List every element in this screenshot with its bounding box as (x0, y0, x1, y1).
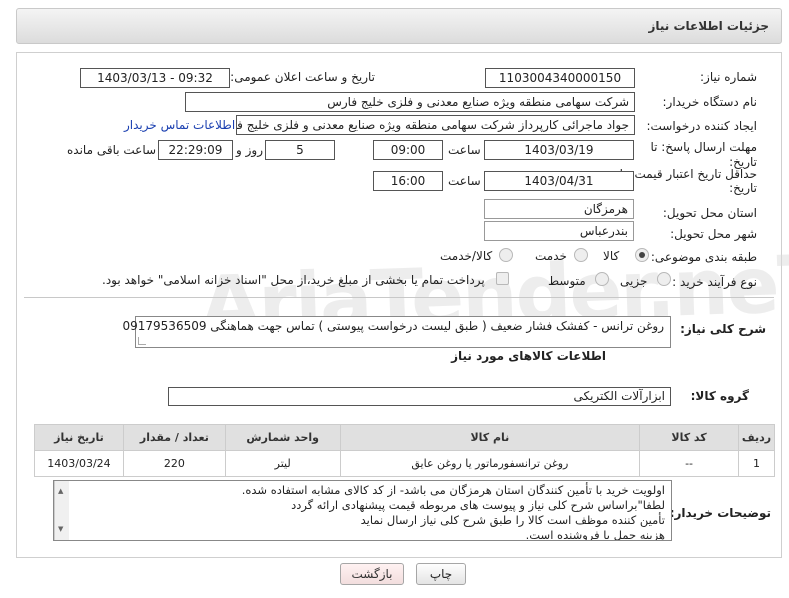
scroll-down-icon[interactable]: ▼ (58, 522, 63, 537)
validity-date-field: 1403/04/31 (484, 171, 634, 191)
city-field: بندرعباس (484, 221, 634, 241)
col-unit: واحد شمارش (224, 424, 341, 451)
desc-box: روغن ترانس - کفشک فشار ضعیف ( طبق لیست د… (123, 316, 671, 348)
cell-need-date: 1403/03/24 (34, 450, 124, 477)
cell-quantity: 220 (122, 450, 226, 477)
process-minor-radio[interactable] (657, 272, 671, 286)
desc-label: شرح کلی نیاز: (680, 322, 766, 336)
category-goods-radio[interactable] (635, 248, 649, 262)
buyer-note-line: لطفا"براساس شرح کلی نیاز و پیوست های مرب… (291, 498, 665, 512)
page-title: جزئیات اطلاعات نیاز (648, 19, 769, 33)
items-table: تاریخ نیاز تعداد / مقدار واحد شمارش نام … (34, 424, 776, 477)
validity-label: حداقل تاریخ اعتبار قیمت: تا (619, 167, 757, 181)
buyer-notes-box: اولویت خرید با تأمین کنندگان استان هرمزگ… (53, 480, 672, 541)
col-item-name: نام کالا (339, 424, 641, 451)
category-service-label: خدمت (535, 249, 567, 263)
deadline-time-field: 09:00 (373, 140, 443, 160)
category-both-label: کالا/خدمت (440, 249, 493, 263)
header-panel: جزئیات اطلاعات نیاز (16, 8, 782, 44)
remaining-time-field: 22:29:09 (158, 140, 233, 160)
back-button[interactable]: بازگشت (340, 563, 404, 585)
days-label: روز و (236, 143, 263, 157)
scroll-up-icon[interactable]: ▲ (58, 484, 63, 499)
deadline-date-field: 1403/03/19 (484, 140, 634, 160)
cell-item-code: -- (639, 450, 739, 477)
validity-label-date: تاریخ: (729, 181, 757, 195)
treasury-note: پرداخت تمام یا بخشی از مبلغ خرید،از محل … (102, 273, 485, 287)
process-medium-radio[interactable] (595, 272, 609, 286)
goods-section-title: اطلاعات کالاهای مورد نیاز (451, 349, 606, 363)
divider (24, 297, 774, 298)
col-need-date: تاریخ نیاز (34, 424, 124, 451)
cell-unit: لیتر (224, 450, 341, 477)
validity-time-field: 16:00 (373, 171, 443, 191)
buyer-org-label: نام دستگاه خریدار: (662, 95, 758, 109)
buyer-notes-label: توضیحات خریدار: (669, 506, 771, 520)
category-label: طبقه بندی موضوعی: (650, 250, 757, 264)
goods-group-label: گروه کالا: (690, 389, 749, 403)
table-header-row: تاریخ نیاز تعداد / مقدار واحد شمارش نام … (34, 424, 776, 451)
process-label: نوع فرآیند خرید : (672, 275, 757, 289)
announce-datetime-field: 1403/03/13 - 09:32 (80, 68, 230, 88)
days-remaining-field: 5 (265, 140, 335, 160)
category-service-radio[interactable] (574, 248, 588, 262)
table-row: 1403/03/24 220 لیتر روغن ترانسفورماتور ی… (34, 450, 776, 477)
category-goods-label: کالا (603, 249, 620, 263)
process-minor-label: جزیی (620, 274, 648, 288)
resize-grip-icon[interactable] (138, 337, 146, 345)
print-button[interactable]: چاپ (416, 563, 466, 585)
treasury-checkbox[interactable] (496, 272, 509, 285)
desc-text: روغن ترانس - کفشک فشار ضعیف ( طبق لیست د… (122, 319, 665, 333)
creator-label: ایجاد کننده درخواست: (646, 119, 757, 133)
cell-item-name: روغن ترانسفورماتور یا روغن عایق (339, 450, 641, 477)
need-number-label: شماره نیاز: (700, 70, 757, 84)
province-label: استان محل تحویل: (662, 206, 757, 220)
buyer-org-field: شرکت سهامی منطقه ویژه صنایع معدنی و فلزی… (185, 92, 635, 112)
cell-row-number: 1 (737, 450, 776, 477)
deadline-label: مهلت ارسال پاسخ: تا (650, 140, 757, 154)
announce-label: تاریخ و ساعت اعلان عمومی: (230, 70, 375, 84)
col-item-code: کد کالا (639, 424, 739, 451)
province-field: هرمزگان (484, 199, 634, 219)
buyer-note-line: تأمین کننده موظف است کالا را طبق شرح کلی… (360, 513, 665, 527)
buyer-note-line: هزینه حمل با فروشنده است. (525, 528, 665, 541)
creator-field: جواد ماجرائی کارپرداز شرکت سهامی منطقه و… (236, 115, 635, 135)
remaining-label: ساعت باقی مانده (67, 143, 157, 157)
col-row-number: ردیف (737, 424, 776, 451)
goods-group-field: ابزارآلات الکتریکی (168, 387, 671, 406)
buyer-contact-link[interactable]: اطلاعات تماس خریدار (124, 118, 235, 132)
city-label: شهر محل تحویل: (670, 227, 757, 241)
notes-scrollbar[interactable]: ▲ ▼ (54, 481, 69, 540)
deadline-time-label: ساعت (448, 143, 481, 157)
process-medium-label: متوسط (548, 274, 586, 288)
validity-time-label: ساعت (448, 174, 481, 188)
col-quantity: تعداد / مقدار (122, 424, 226, 451)
buyer-note-line: اولویت خرید با تأمین کنندگان استان هرمزگ… (241, 483, 665, 497)
need-number-field: 1103004340000150 (485, 68, 635, 88)
category-both-radio[interactable] (499, 248, 513, 262)
